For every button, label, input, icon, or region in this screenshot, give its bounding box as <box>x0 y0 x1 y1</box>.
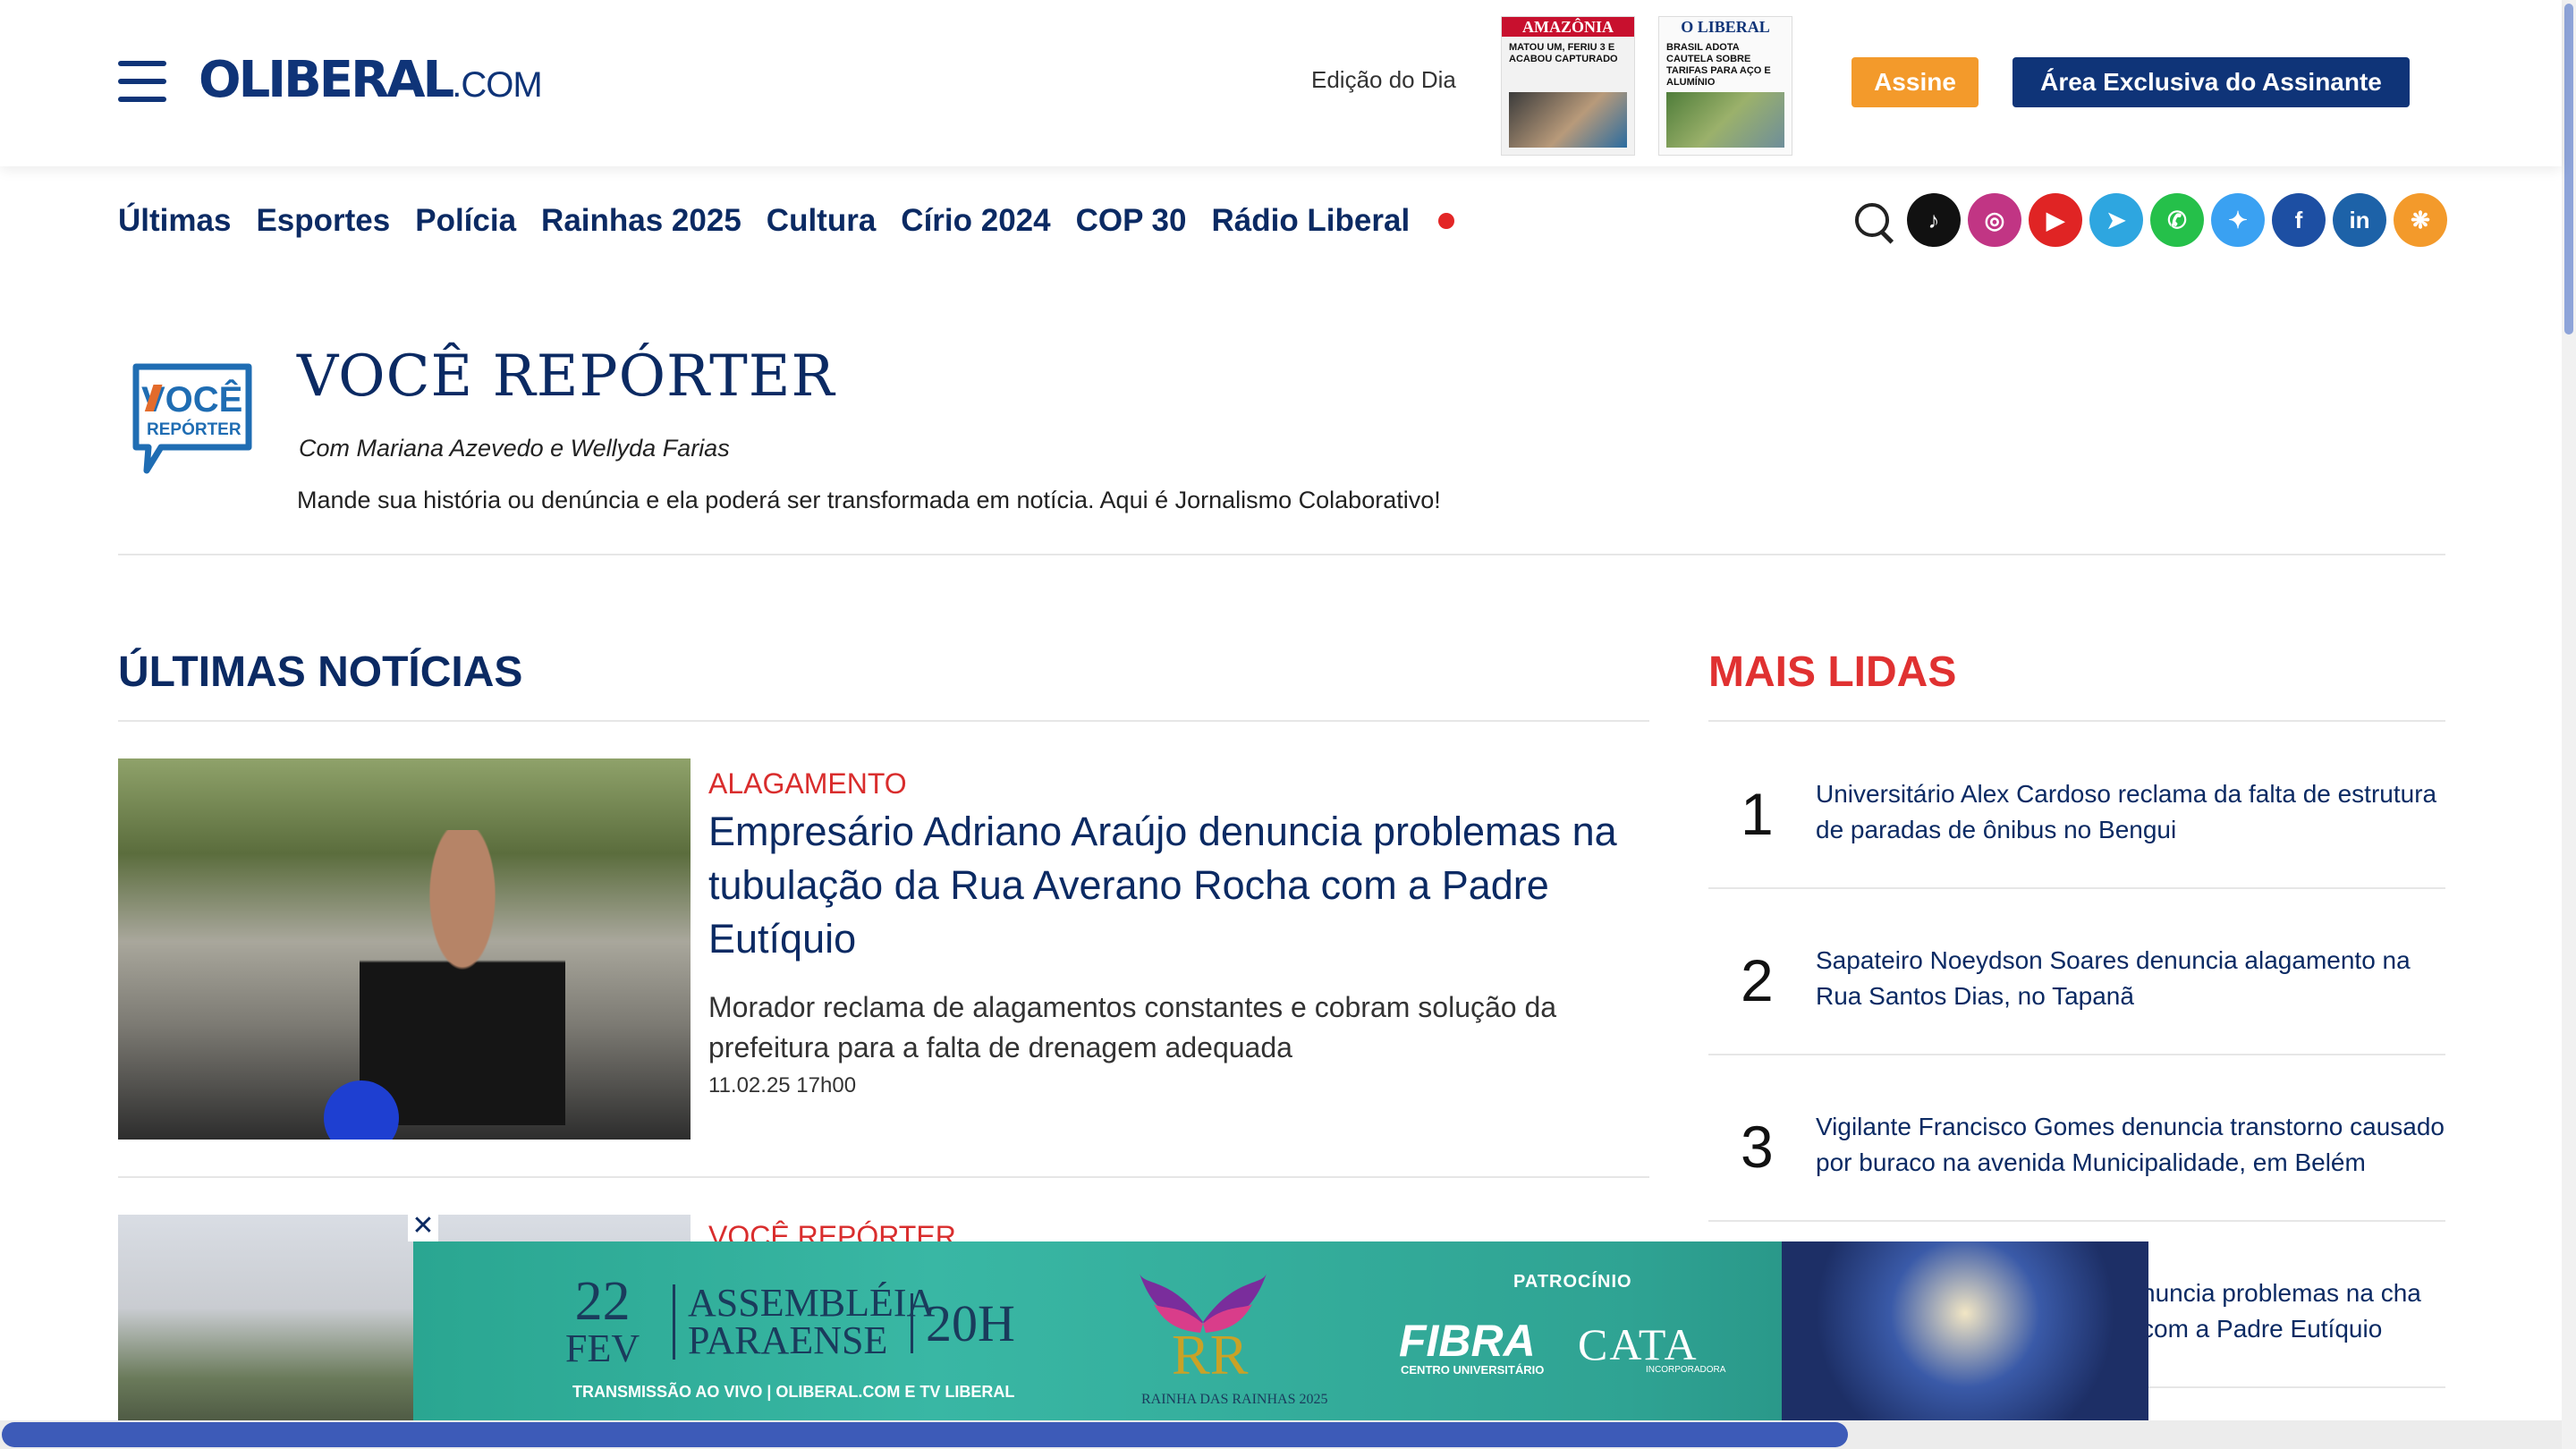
twitter-icon[interactable]: ✦ <box>2211 193 2265 247</box>
telegram-icon[interactable]: ➤ <box>2089 193 2143 247</box>
nav-item-esportes[interactable]: Esportes <box>256 203 390 239</box>
nav-item-cop30[interactable]: COP 30 <box>1076 203 1187 239</box>
tiktok-icon[interactable]: ♪ <box>1907 193 1961 247</box>
most-read-rank: 1 <box>1741 781 1774 847</box>
instagram-icon[interactable]: ◎ <box>1968 193 2021 247</box>
paper-headline: MATOU UM, FERIU 3 E ACABOU CAPTURADO <box>1509 42 1618 64</box>
ad-date: 22 FEV <box>565 1274 640 1368</box>
most-read-link[interactable]: Sapateiro Noeydson Soares denuncia alaga… <box>1816 943 2445 1014</box>
most-read-link[interactable]: nuncia problemas na cha com a Padre Eutí… <box>2141 1275 2472 1347</box>
logo-brand: OLIBERAL <box>199 51 454 109</box>
newspaper-cover-oliberal[interactable]: O LIBERAL BRASIL ADOTA CAUTELA SOBRE TAR… <box>1658 16 1792 156</box>
google-news-icon[interactable]: ❋ <box>2394 193 2447 247</box>
top-header: OLIBERAL.COM Edição do Dia AMAZÔNIA MATO… <box>0 0 2562 166</box>
horizontal-scrollbar-thumb[interactable] <box>2 1422 1848 1447</box>
whatsapp-icon[interactable]: ✆ <box>2150 193 2204 247</box>
subscriber-area-button[interactable]: Área Exclusiva do Assinante <box>2012 57 2410 107</box>
svg-text:RR: RR <box>1172 1323 1249 1385</box>
most-read-link[interactable]: Universitário Alex Cardoso reclama da fa… <box>1816 776 2445 848</box>
most-read-item[interactable]: 1 Universitário Alex Cardoso reclama da … <box>1708 721 2445 887</box>
nav-item-cultura[interactable]: Cultura <box>767 203 877 239</box>
edicao-do-dia-label[interactable]: Edição do Dia <box>1311 66 1456 94</box>
ad-sponsor-fibra-sub: CENTRO UNIVERSITÁRIO <box>1401 1363 1545 1377</box>
newspaper-cover-amazonia[interactable]: AMAZÔNIA MATOU UM, FERIU 3 E ACABOU CAPT… <box>1501 16 1635 156</box>
most-read-rank: 3 <box>1741 1114 1774 1180</box>
live-dot-icon <box>1438 213 1455 229</box>
paper-photo <box>1666 92 1784 148</box>
voce-reporter-logo: VOCÊ REPÓRTER <box>132 363 252 474</box>
ad-sponsor-cata: CATA <box>1578 1319 1699 1369</box>
site-logo[interactable]: OLIBERAL.COM <box>199 51 543 109</box>
ad-hour: 20H <box>911 1293 1015 1353</box>
ad-day: 22 <box>574 1271 631 1332</box>
ad-month: FEV <box>565 1326 640 1370</box>
divider <box>118 720 1649 722</box>
news-image[interactable] <box>118 758 691 1140</box>
page-description: Mande sua história ou denúncia e ela pod… <box>297 487 1441 513</box>
page-title: VOCÊ REPÓRTER <box>297 343 835 410</box>
social-bar: ♪ ◎ ▶ ➤ ✆ ✦ f in ❋ <box>1848 193 2447 247</box>
nav-item-cirio[interactable]: Círio 2024 <box>901 203 1050 239</box>
ad-banner[interactable]: 22 FEV ASSEMBLÉIA PARAENSE 20H TRANSMISS… <box>413 1241 2148 1420</box>
ad-sponsor-cata-sub: INCORPORADORA <box>1646 1365 1726 1375</box>
main-nav: Últimas Esportes Polícia Rainhas 2025 Cu… <box>118 199 1455 243</box>
facebook-icon[interactable]: f <box>2272 193 2326 247</box>
most-read-rank: 2 <box>1741 947 1774 1013</box>
paper-photo <box>1509 92 1627 148</box>
menu-icon[interactable] <box>118 61 166 102</box>
rainha-logo-icon: RR <box>1140 1274 1267 1385</box>
nav-item-rainhas[interactable]: Rainhas 2025 <box>541 203 741 239</box>
most-read-item[interactable]: 2 Sapateiro Noeydson Soares denuncia ala… <box>1708 887 2445 1054</box>
news-summary: Morador reclama de alagamentos constante… <box>708 991 1557 1063</box>
most-read-item[interactable]: 3 Vigilante Francisco Gomes denuncia tra… <box>1708 1054 2445 1220</box>
nav-item-radio-liberal[interactable]: Rádio Liberal <box>1211 203 1410 239</box>
divider <box>118 554 2445 555</box>
paper-masthead: O LIBERAL <box>1681 18 1770 36</box>
search-icon[interactable] <box>1848 194 1900 246</box>
logo-word-reporter: REPÓRTER <box>147 419 242 439</box>
ad-queen-photo <box>1782 1241 2148 1420</box>
ad-event-name: RAINHA DAS RAINHAS 2025 <box>1141 1392 1328 1407</box>
nav-item-policia[interactable]: Polícia <box>415 203 516 239</box>
news-headline-link[interactable]: Empresário Adriano Araújo denuncia probl… <box>708 805 1665 966</box>
ad-broadcast: TRANSMISSÃO AO VIVO | OLIBERAL.COM E TV … <box>572 1383 1015 1401</box>
paper-headline: BRASIL ADOTA CAUTELA SOBRE TARIFAS PARA … <box>1666 42 1771 88</box>
ad-place: ASSEMBLÉIA PARAENSE <box>673 1284 935 1360</box>
paper-masthead: AMAZÔNIA <box>1502 17 1634 37</box>
logo-tld: .COM <box>452 65 542 105</box>
ad-close-button[interactable]: ✕ <box>408 1211 438 1241</box>
news-date: 11.02.25 17h00 <box>708 1073 857 1097</box>
ad-sponsor-fibra: FIBRA <box>1399 1316 1536 1366</box>
divider <box>118 1176 1649 1178</box>
most-read-heading: MAIS LIDAS <box>1708 648 1957 696</box>
news-photo-person <box>360 830 565 1125</box>
nav-item-ultimas[interactable]: Últimas <box>118 203 231 239</box>
linkedin-icon[interactable]: in <box>2333 193 2386 247</box>
news-category[interactable]: ALAGAMENTO <box>708 767 907 801</box>
most-read-link[interactable]: Vigilante Francisco Gomes denuncia trans… <box>1816 1109 2445 1181</box>
ad-sponsor-label: PATROCÍNIO <box>1513 1272 1632 1292</box>
latest-news-heading: ÚLTIMAS NOTÍCIAS <box>118 648 523 696</box>
subscribe-button[interactable]: Assine <box>1852 57 1979 107</box>
vertical-scrollbar-thumb[interactable] <box>2564 4 2573 335</box>
page-subtitle: Com Mariana Azevedo e Wellyda Farias <box>299 435 730 462</box>
youtube-icon[interactable]: ▶ <box>2029 193 2082 247</box>
